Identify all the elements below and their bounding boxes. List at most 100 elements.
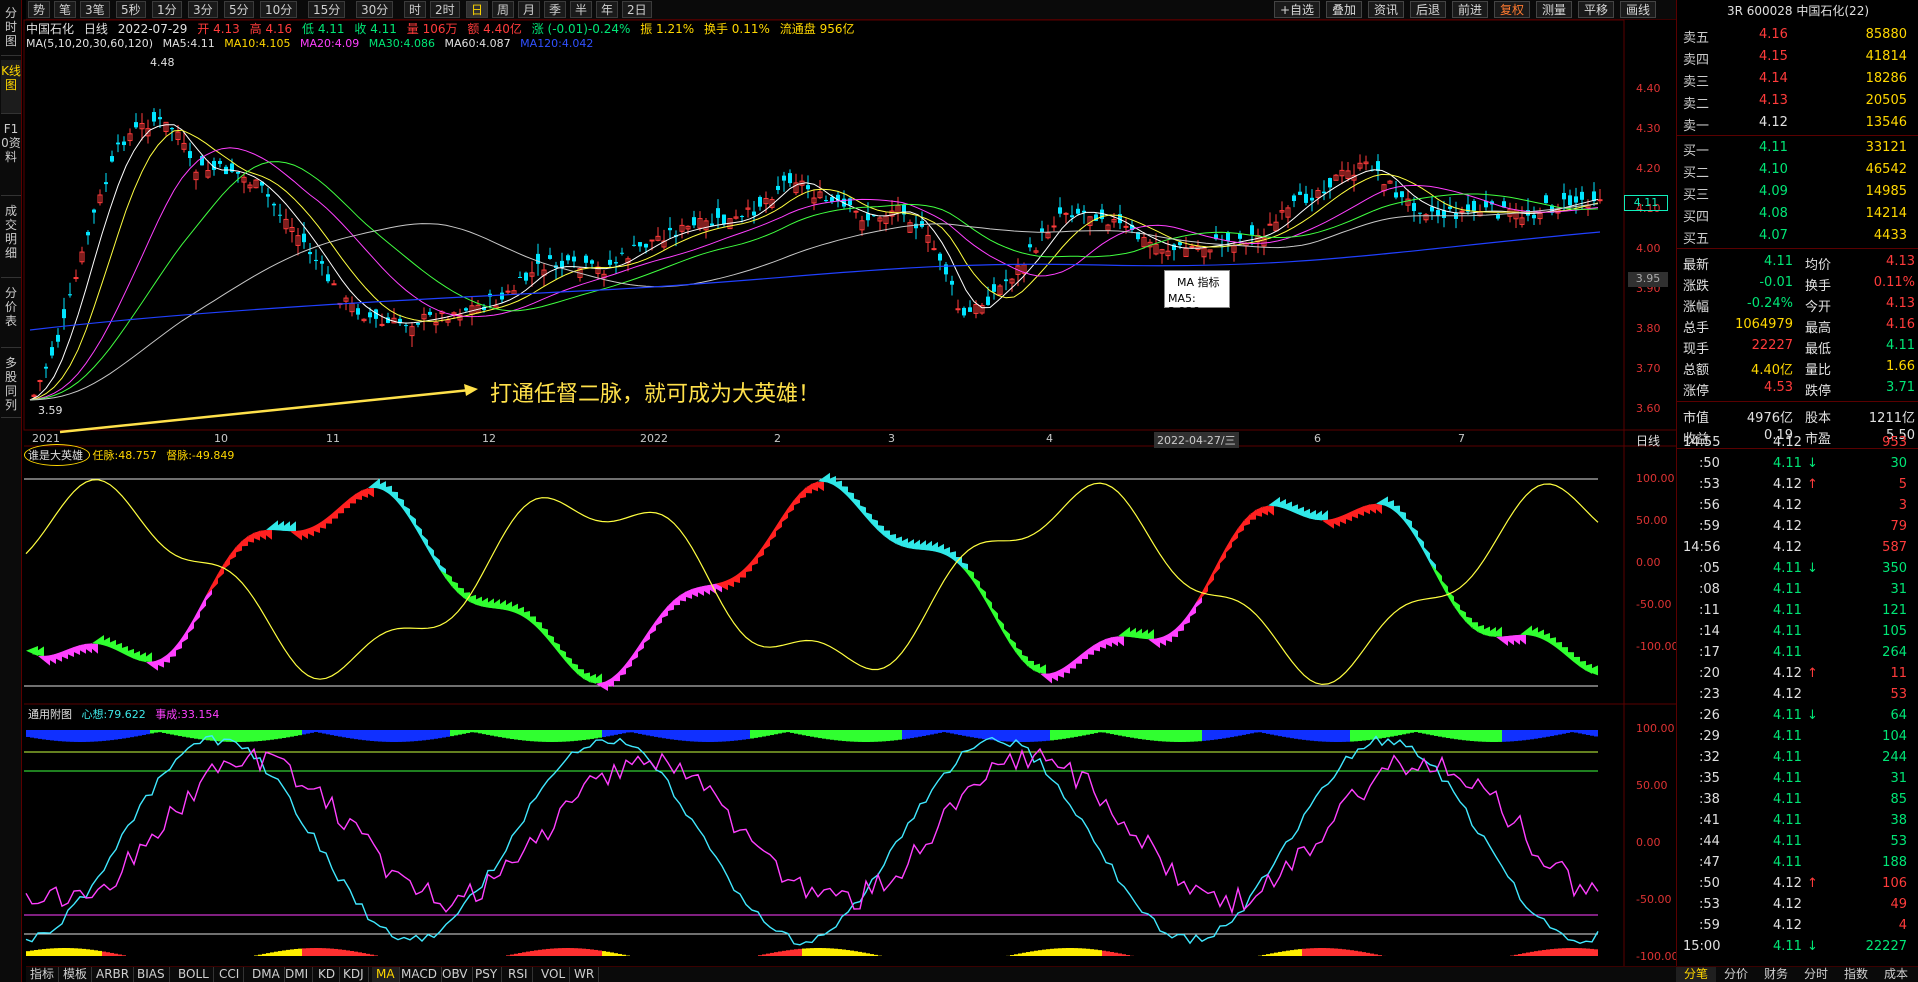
ind2-top-bar (746, 730, 750, 740)
candle-body (1544, 195, 1548, 204)
indicator-tab-bias[interactable]: BIAS (133, 967, 170, 982)
ind2-bottom-bar (1370, 953, 1374, 956)
indicator1-axis-label: 0.00 (1636, 556, 1661, 569)
tick-price: 4.12 (1773, 477, 1802, 492)
ind2-top-bar (606, 730, 610, 737)
quote-bottom-tabs: 分笔 分价 财务 分时 指数 成本 (1676, 966, 1918, 982)
stat-value: 4.13 (1886, 296, 1915, 311)
indicator-tab-ma[interactable]: MA (372, 967, 400, 982)
ind2-bottom-bar (262, 953, 266, 956)
candle-body (518, 276, 522, 278)
tick-volume: 244 (1882, 750, 1907, 765)
turnover-value: 换手 0.11% (703, 22, 770, 36)
chart-canvas[interactable] (0, 0, 1676, 966)
ind2-top-bar (70, 730, 74, 742)
ind2-top-bar (822, 730, 826, 739)
ind2-bottom-bar (562, 948, 566, 956)
order-book-label: 买四 (1683, 210, 1710, 225)
ind2-top-bar (526, 730, 530, 741)
ind2-top-bar (122, 730, 126, 739)
ind2-top-bar (966, 730, 970, 737)
price-axis-label: 4.30 (1636, 122, 1661, 135)
ind2-top-bar (1038, 730, 1042, 742)
ind2-top-bar (706, 730, 710, 742)
ind2-top-bar (114, 730, 118, 740)
ind2-top-bar (1442, 730, 1446, 738)
indicator-tab-dma[interactable]: DMA (248, 967, 285, 982)
quote-tab-4[interactable]: 指数 (1836, 967, 1876, 982)
quote-tab-2[interactable]: 财务 (1756, 967, 1796, 982)
ind2-bottom-bar (842, 949, 846, 956)
order-book-price: 4.07 (1759, 228, 1788, 243)
indicator-tab-模板[interactable]: 模板 (59, 967, 93, 982)
candle-body (1051, 225, 1057, 228)
stat-label: 量比 (1805, 363, 1832, 378)
indicator-tab-boll[interactable]: BOLL (174, 967, 214, 982)
tick-arrow: ↑ (1807, 666, 1818, 681)
indicator-tab-psy[interactable]: PSY (471, 967, 503, 982)
ind2-top-bar (570, 730, 574, 742)
indicator1-name-circle (24, 444, 90, 466)
ind2-bottom-bar (1574, 948, 1578, 956)
indicator-tab-指标[interactable]: 指标 (26, 967, 60, 982)
quote-tab-1[interactable]: 分价 (1716, 967, 1756, 982)
ind2-top-bar (1078, 730, 1082, 737)
ind2-bottom-bar (1366, 952, 1370, 956)
ind2-top-bar (1130, 730, 1134, 738)
tick-time: :59 (1699, 918, 1720, 933)
quote-tab-3[interactable]: 分时 (1796, 967, 1836, 982)
candle-body (1250, 225, 1254, 235)
ind2-top-bar (154, 730, 158, 733)
ind2-top-bar (1142, 730, 1146, 740)
order-book-volume: 20505 (1865, 93, 1907, 108)
ind2-top-bar (1122, 730, 1126, 737)
shicheng-line (25, 747, 1599, 915)
ma20-line (29, 147, 1599, 401)
ind2-top-bar (722, 730, 726, 742)
indicator-tab-kdj[interactable]: KDJ (339, 967, 369, 982)
candle-body (152, 112, 156, 122)
indicator-tab-arbr[interactable]: ARBR (92, 967, 135, 982)
ind2-top-bar (1518, 730, 1522, 741)
indicator2-name[interactable]: 通用附图 (28, 708, 72, 721)
quote-tab-0[interactable]: 分笔 (1676, 967, 1716, 982)
ind2-bottom-bar (762, 954, 766, 956)
ind2-top-bar (346, 730, 350, 738)
indicator-tab-wr[interactable]: WR (570, 967, 600, 982)
ind2-bottom-bar (534, 950, 538, 956)
change-value: 涨 (-0.01)-0.24% (531, 22, 631, 36)
ind2-bottom-bar (1550, 949, 1554, 956)
ind2-bottom-bar (1038, 950, 1042, 956)
tick-price: 4.11 (1773, 582, 1802, 597)
quote-tab-5[interactable]: 成本 (1876, 967, 1916, 982)
ind2-top-bar (1438, 730, 1442, 737)
ind2-top-bar (602, 730, 606, 738)
order-book-volume: 46542 (1865, 162, 1907, 177)
ind2-top-bar (866, 730, 870, 742)
ind2-bottom-bar (1126, 955, 1130, 956)
candle-body (632, 244, 636, 246)
ind2-bottom-bar (1074, 948, 1078, 956)
ind2-top-bar (1418, 730, 1422, 733)
ind2-bottom-bar (1326, 948, 1330, 956)
order-book-volume: 33121 (1865, 140, 1907, 155)
tick-price: 4.11 (1773, 645, 1802, 660)
indicator-tab-dmi[interactable]: DMI (281, 967, 314, 982)
ind1-fill (230, 540, 242, 555)
indicator-tab-rsi[interactable]: RSI (504, 967, 533, 982)
indicator-tab-kd[interactable]: KD (314, 967, 341, 982)
indicator-tab-cci[interactable]: CCI (215, 967, 245, 982)
indicator-tab-obv[interactable]: OBV (438, 967, 473, 982)
tick-time: :38 (1699, 792, 1720, 807)
ind2-top-bar (926, 730, 930, 736)
ind2-bottom-bar (1270, 953, 1274, 956)
ind2-top-bar (1458, 730, 1462, 740)
indicator-tab-macd[interactable]: MACD (397, 967, 442, 982)
ind2-top-bar (830, 730, 834, 740)
ind2-top-bar (370, 730, 374, 741)
stat-label: 换手 (1805, 279, 1832, 294)
ind2-top-bar (774, 730, 778, 735)
ind2-bottom-bar (834, 948, 838, 956)
indicator-tab-vol[interactable]: VOL (537, 967, 571, 982)
high-value: 高 4.16 (249, 22, 293, 36)
